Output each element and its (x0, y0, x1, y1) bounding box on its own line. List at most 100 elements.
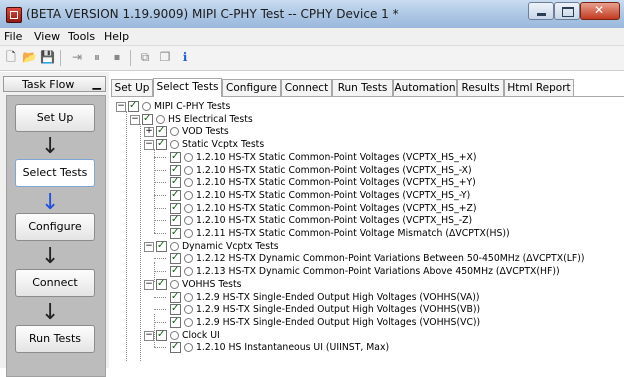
test-checkbox[interactable] (170, 150, 181, 163)
stop-icon[interactable]: ⏹ (110, 50, 124, 64)
task-flow-title: Task Flow (22, 78, 75, 91)
status-circle-icon (170, 140, 179, 150)
tree-item-label: 1.2.13 HS-TX Dynamic Common-Point Variat… (196, 266, 560, 278)
test-checkbox[interactable] (156, 277, 167, 290)
test-checkbox[interactable] (170, 290, 181, 303)
tab-select-tests[interactable]: Select Tests (153, 78, 222, 97)
tree-connector (154, 271, 166, 273)
pause-icon[interactable]: ⏸ (90, 50, 104, 64)
tab-configure[interactable]: Configure (222, 79, 281, 96)
tree-item-label: 1.2.10 HS-TX Static Common-Point Voltage… (196, 215, 473, 227)
step-set-up-button[interactable]: Set Up (15, 104, 95, 132)
tab-html-report[interactable]: Html Report (504, 79, 574, 96)
status-circle-icon (184, 165, 193, 175)
expand-icon[interactable]: + (144, 127, 154, 138)
tree-connector (154, 156, 166, 158)
status-circle-icon (184, 292, 193, 302)
tree-item-label: 1.2.10 HS-TX Static Common-Point Voltage… (196, 177, 476, 189)
status-circle-icon (142, 102, 151, 111)
test-checkbox[interactable] (170, 264, 181, 278)
status-circle-icon (170, 127, 179, 137)
save-icon[interactable]: 💾 (40, 50, 55, 64)
status-circle-icon (184, 216, 193, 226)
step-configure-button[interactable]: Configure (15, 213, 95, 241)
step-run-tests-button[interactable]: Run Tests (15, 325, 95, 353)
tree-connector (126, 111, 127, 361)
maximize-button[interactable] (554, 2, 580, 20)
arrow-down-icon: ↓ (41, 134, 60, 159)
tree-item-label: Clock UI (182, 329, 220, 341)
tree-item-label: 1.2.12 HS-TX Dynamic Common-Point Variat… (196, 253, 585, 265)
menu-view[interactable]: View (34, 30, 60, 43)
step-connect-button[interactable]: Connect (15, 269, 95, 297)
test-checkbox[interactable] (170, 213, 181, 227)
tab-run-tests[interactable]: Run Tests (332, 79, 393, 96)
status-circle-icon (184, 254, 193, 264)
tree-connector (154, 233, 166, 234)
tree-connector (154, 347, 166, 349)
test-checkbox[interactable] (170, 315, 181, 328)
toolbar-separator (60, 50, 61, 66)
minimize-button[interactable] (528, 2, 554, 20)
arrow-down-icon: ↓ (41, 244, 60, 269)
test-checkbox[interactable] (156, 137, 167, 151)
test-checkbox[interactable] (156, 239, 167, 252)
status-circle-icon (170, 241, 179, 251)
collapse-icon[interactable]: − (144, 241, 154, 252)
collapse-icon[interactable]: − (144, 279, 154, 290)
test-checkbox[interactable] (170, 226, 181, 239)
test-checkbox[interactable] (142, 112, 153, 125)
test-checkbox[interactable] (170, 175, 181, 189)
tab-results[interactable]: Results (457, 79, 504, 96)
test-tree: − MIPI C-PHY Tests − HS Electrical Tests + VO… (111, 96, 624, 369)
test-checkbox[interactable] (170, 251, 181, 265)
test-checkbox[interactable] (170, 188, 181, 201)
tree-item-label: 1.2.10 HS-TX Static Common-Point Voltage… (196, 202, 477, 214)
menu-bar: File View Tools Help (0, 28, 624, 46)
tree-connector (154, 182, 166, 184)
test-checkbox[interactable] (156, 328, 167, 341)
collapse-icon[interactable]: − (116, 102, 126, 112)
run-icon[interactable]: ⇥ (70, 50, 84, 64)
menu-file[interactable]: File (4, 30, 22, 43)
menu-help[interactable]: Help (104, 30, 129, 43)
tree-item-label: 1.2.10 HS-TX Static Common-Point Voltage… (196, 189, 471, 201)
app-icon (6, 7, 22, 23)
tree-item-label: 1.2.9 HS-TX Single-Ended Output High Vol… (196, 304, 481, 316)
task-flow-header: Task Flow ▁ (3, 76, 106, 92)
tab-set-up[interactable]: Set Up (111, 79, 153, 96)
tab-connect[interactable]: Connect (281, 79, 332, 96)
status-circle-icon (184, 203, 193, 213)
pin-icon[interactable]: ▁ (93, 77, 101, 90)
open-folder-icon[interactable]: 📂 (22, 50, 37, 64)
tree-item-label: Dynamic Vcptx Tests (182, 240, 279, 252)
close-button[interactable] (580, 2, 620, 20)
task-flow-panel: Task Flow ▁ Set Up ↓ Select Tests ↓ Conf… (0, 72, 109, 377)
tab-automation[interactable]: Automation (393, 79, 457, 96)
status-circle-icon (156, 114, 165, 124)
test-checkbox[interactable] (170, 302, 181, 316)
step-select-tests-button[interactable]: Select Tests (15, 159, 95, 187)
test-checkbox[interactable] (156, 124, 167, 138)
tab-strip: Set Up Select Tests Configure Connect Ru… (111, 78, 624, 97)
tree-item-label: VOD Tests (182, 126, 229, 138)
test-checkbox[interactable] (170, 163, 181, 176)
tree-connector (140, 124, 141, 361)
collapse-icon[interactable]: − (144, 140, 154, 151)
new-file-icon[interactable]: 🗋 (4, 50, 18, 64)
tree-item-label: 1.2.9 HS-TX Single-Ended Output High Vol… (196, 291, 480, 303)
copy-icon[interactable]: ❐ (158, 50, 172, 64)
test-checkbox[interactable] (128, 99, 139, 112)
status-circle-icon (184, 229, 193, 238)
menu-tools[interactable]: Tools (68, 30, 95, 43)
collapse-icon[interactable]: − (130, 114, 140, 125)
task-flow-steps: Set Up ↓ Select Tests ↓ Configure ↓ Conn… (6, 95, 106, 377)
title-bar: (BETA VERSION 1.19.9009) MIPI C-PHY Test… (0, 0, 624, 29)
tree-item-label: 1.2.10 HS-TX Static Common-Point Voltage… (196, 164, 472, 176)
test-checkbox[interactable] (170, 340, 181, 354)
toolbar-separator (130, 50, 131, 66)
connect-icon[interactable]: ⧉ (138, 50, 152, 64)
info-icon[interactable]: ℹ (178, 50, 192, 64)
collapse-icon[interactable]: − (144, 330, 154, 341)
test-checkbox[interactable] (170, 201, 181, 214)
